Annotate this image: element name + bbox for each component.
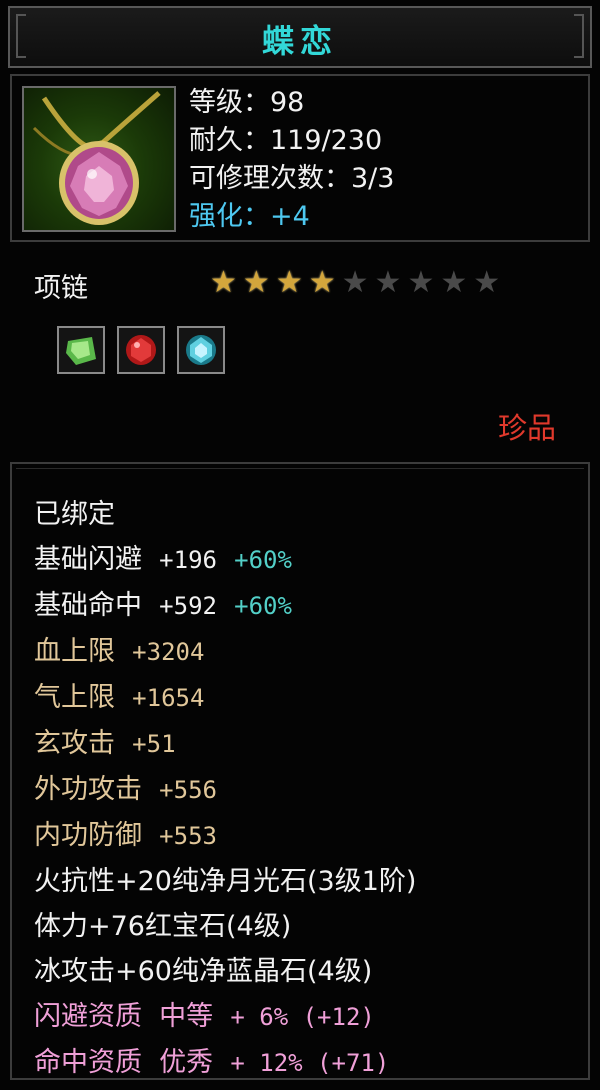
aptitude-dodge: 闪避资质 中等 + 6% (+12) bbox=[34, 1001, 375, 1032]
stat-enhance: 强化：+4 bbox=[189, 201, 310, 232]
star-rating: ★ ★ ★ ★ ★ ★ ★ ★ ★ bbox=[210, 266, 500, 300]
aptitude-hit: 命中资质 优秀 + 12% (+71) bbox=[34, 1047, 390, 1078]
attr-hit: 基础命中 +592 +60% bbox=[34, 590, 292, 621]
red-ruby-icon bbox=[126, 335, 156, 365]
gem-bonus-1: 火抗性+20纯净月光石(3级1阶) bbox=[34, 866, 417, 897]
attribute-panel: 已绑定 基础闪避 +196 +60% 基础命中 +592 +60% 血上限 +3… bbox=[10, 462, 590, 1080]
gem-bonus-2: 体力+76红宝石(4级) bbox=[34, 911, 292, 942]
gem-slot-2[interactable] bbox=[117, 326, 165, 374]
attr-xuan-attack: 玄攻击 +51 bbox=[34, 728, 176, 759]
star-empty-icon: ★ bbox=[473, 265, 501, 300]
star-empty-icon: ★ bbox=[341, 265, 369, 300]
attr-inner-defense: 内功防御 +553 bbox=[34, 820, 217, 851]
attr-outer-attack: 外功攻击 +556 bbox=[34, 774, 217, 805]
item-type: 项链 bbox=[34, 273, 88, 304]
attr-hp: 血上限 +3204 bbox=[34, 636, 205, 667]
attr-qi: 气上限 +1654 bbox=[34, 682, 205, 713]
stat-repairs: 可修理次数：3/3 bbox=[189, 163, 395, 194]
rarity-label: 珍品 bbox=[497, 411, 556, 445]
gem-slots bbox=[57, 326, 225, 374]
attr-dodge: 基础闪避 +196 +60% bbox=[34, 544, 292, 575]
bound-status: 已绑定 bbox=[34, 499, 115, 530]
green-crystal-icon bbox=[66, 337, 96, 365]
star-empty-icon: ★ bbox=[440, 265, 468, 300]
star-empty-icon: ★ bbox=[374, 265, 402, 300]
stat-level: 等级：98 bbox=[189, 87, 305, 118]
star-filled-icon: ★ bbox=[275, 265, 303, 300]
star-filled-icon: ★ bbox=[210, 265, 237, 300]
star-filled-icon: ★ bbox=[308, 265, 336, 300]
item-stats: 等级：98 耐久：119/230 可修理次数：3/3 强化：+4 bbox=[189, 84, 394, 236]
blue-crystal-icon bbox=[186, 335, 216, 365]
pink-gem-necklace-icon bbox=[22, 86, 176, 232]
star-empty-icon: ★ bbox=[407, 265, 435, 300]
gem-slot-3[interactable] bbox=[177, 326, 225, 374]
star-filled-icon: ★ bbox=[242, 265, 270, 300]
stat-durability: 耐久：119/230 bbox=[189, 125, 383, 156]
gem-bonus-3: 冰攻击+60纯净蓝晶石(4级) bbox=[34, 956, 373, 987]
item-tooltip: 蝶恋 等级：98 耐久：119/230 可修理次数：3/3 强化：+4 项链 ★… bbox=[0, 0, 600, 1090]
item-name: 蝶恋 bbox=[261, 22, 338, 60]
gem-slot-1[interactable] bbox=[57, 326, 105, 374]
title-bar: 蝶恋 bbox=[8, 6, 592, 68]
item-header: 等级：98 耐久：119/230 可修理次数：3/3 强化：+4 bbox=[10, 74, 590, 242]
